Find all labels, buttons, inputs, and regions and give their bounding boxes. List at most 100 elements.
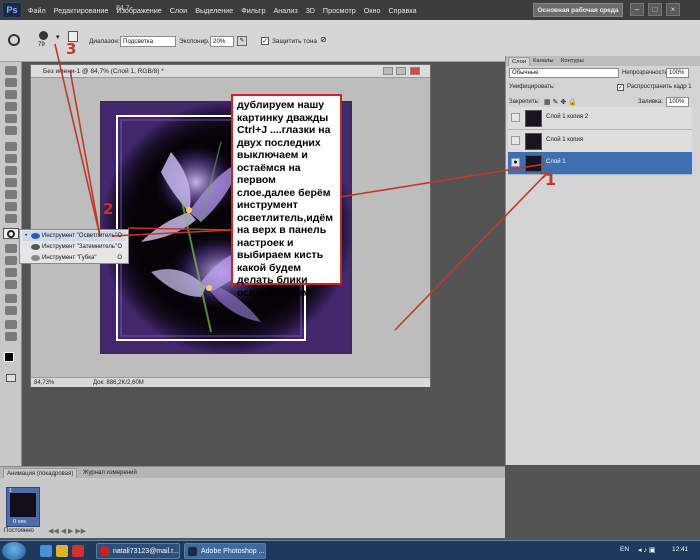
- layer-name: Слой 1 копия 2: [546, 114, 589, 120]
- protect-tones-label: Защитить тона: [272, 38, 318, 45]
- zoom-tool-icon[interactable]: [5, 332, 17, 341]
- close-icon[interactable]: ×: [666, 3, 680, 16]
- 3d-rotate-tool-icon[interactable]: [5, 294, 17, 303]
- document-tab[interactable]: Без имени-1 @ 84,7% (Слой 1, RGB/8) *: [31, 65, 430, 78]
- flyout-item-sponge[interactable]: Инструмент "Губка" O: [22, 253, 126, 263]
- shape-tool-icon[interactable]: [5, 280, 17, 289]
- type-tool-icon[interactable]: [5, 256, 17, 265]
- healing-tool-icon[interactable]: [5, 142, 17, 151]
- zoom-status[interactable]: 84,73%: [34, 378, 54, 388]
- tools-panel: [0, 62, 22, 467]
- ie-icon[interactable]: [40, 545, 52, 557]
- blur-tool-icon[interactable]: [5, 214, 17, 223]
- folder-icon[interactable]: [56, 545, 68, 557]
- opacity-label: Непрозрачность:: [622, 70, 670, 76]
- main-menu: Файл Редактирование Изображение Слои Выд…: [28, 6, 425, 15]
- maximize-icon[interactable]: □: [648, 3, 662, 16]
- zoom-display[interactable]: 84,7: [116, 5, 130, 12]
- taskbar-item-label: natali73123@mail.r...: [113, 548, 179, 555]
- menu-window[interactable]: Окно: [364, 6, 381, 15]
- path-select-tool-icon[interactable]: [5, 268, 17, 277]
- taskbar-item-mail[interactable]: natali73123@mail.r...: [96, 543, 180, 559]
- menu-file[interactable]: Файл: [28, 6, 46, 15]
- foreground-color-swatch[interactable]: [4, 352, 14, 362]
- menu-layers[interactable]: Слои: [170, 6, 187, 15]
- unify-label: Унифицировать:: [509, 84, 555, 90]
- doc-info[interactable]: Док: 886,2K/2,60M: [93, 378, 144, 388]
- menu-edit[interactable]: Редактирование: [54, 6, 109, 15]
- tab-paths[interactable]: Контуры: [558, 57, 587, 66]
- hand-tool-icon[interactable]: [5, 320, 17, 329]
- menu-3d[interactable]: 3D: [306, 6, 315, 15]
- menu-help[interactable]: Справка: [388, 6, 416, 15]
- propagate-checkbox[interactable]: ✓: [617, 84, 624, 91]
- eraser-tool-icon[interactable]: [5, 190, 17, 199]
- brush-tool-icon[interactable]: [5, 154, 17, 163]
- lasso-tool-icon[interactable]: [5, 90, 17, 99]
- visibility-toggle[interactable]: [511, 113, 520, 122]
- exposure-label: Экспонир.:: [179, 38, 212, 45]
- opera-icon: [100, 547, 109, 556]
- pressure-icon[interactable]: ⊘: [320, 35, 327, 44]
- layers-panel: Слои Каналы Контуры Обычные Непрозрачнос…: [505, 56, 700, 465]
- dodge-tool-icon: [8, 34, 20, 46]
- menu-view[interactable]: Просмотр: [323, 6, 356, 15]
- layer-row-copy[interactable]: Слой 1 копия: [508, 130, 692, 153]
- move-tool-icon[interactable]: [5, 66, 17, 75]
- layer-row-copy-2[interactable]: Слой 1 копия 2: [508, 107, 692, 130]
- frame-delay[interactable]: 0 сек.: [13, 519, 27, 525]
- marquee-tool-icon[interactable]: [5, 78, 17, 87]
- menu-analysis[interactable]: Анализ: [273, 6, 297, 15]
- flyout-item-dodge[interactable]: • Инструмент "Осветлитель" O: [22, 231, 126, 241]
- doc-maximize-icon[interactable]: [396, 67, 406, 75]
- menu-select[interactable]: Выделение: [195, 6, 233, 15]
- tab-layers[interactable]: Слои: [508, 57, 531, 66]
- lock-label: Закрепить:: [509, 99, 540, 105]
- range-select[interactable]: Подсветка: [120, 36, 176, 47]
- minimize-icon[interactable]: –: [630, 3, 644, 16]
- opacity-input[interactable]: 100%: [666, 68, 689, 78]
- photoshop-logo: Ps: [2, 2, 22, 18]
- brush-preset-icon[interactable]: [39, 31, 48, 40]
- selected-bullet-icon: •: [25, 233, 28, 239]
- quick-mask-icon[interactable]: [6, 374, 16, 382]
- tab-channels[interactable]: Каналы: [530, 57, 557, 66]
- workspace-button[interactable]: Основная рабочая среда: [533, 3, 623, 17]
- eyedropper-tool-icon[interactable]: [5, 126, 17, 135]
- airbrush-icon[interactable]: ✎: [237, 36, 247, 46]
- fill-input[interactable]: 100%: [666, 97, 689, 107]
- gradient-tool-icon[interactable]: [5, 202, 17, 211]
- taskbar-item-photoshop[interactable]: Adobe Photoshop ...: [184, 543, 266, 559]
- doc-minimize-icon[interactable]: [383, 67, 393, 75]
- layer-row-layer-1[interactable]: ● Слой 1: [508, 152, 692, 175]
- doc-close-icon[interactable]: [410, 67, 420, 75]
- loop-select[interactable]: Постоянно: [4, 528, 34, 534]
- chevron-down-icon[interactable]: ▾: [56, 33, 60, 41]
- 3d-orbit-tool-icon[interactable]: [5, 306, 17, 315]
- language-indicator[interactable]: EN: [620, 546, 629, 553]
- range-label: Диапазон:: [89, 38, 120, 45]
- menu-bar: Ps Файл Редактирование Изображение Слои …: [0, 0, 700, 20]
- blend-mode-select[interactable]: Обычные: [509, 68, 619, 78]
- crop-tool-icon[interactable]: [5, 114, 17, 123]
- visibility-toggle[interactable]: [511, 136, 520, 145]
- animation-frame[interactable]: 1 0 сек.: [6, 487, 40, 527]
- start-button[interactable]: [2, 542, 26, 560]
- dodge-tool-button[interactable]: [3, 228, 19, 239]
- playback-controls-icon[interactable]: ◀◀ ◀ ▶ ▶▶: [48, 527, 86, 535]
- eye-icon[interactable]: ●: [511, 158, 520, 167]
- tab-measurement-log[interactable]: Журнал измерений: [80, 468, 140, 478]
- exposure-input[interactable]: 20%: [210, 36, 234, 47]
- history-brush-tool-icon[interactable]: [5, 178, 17, 187]
- lock-icon[interactable]: ▦ ✎ ✥ 🔒: [544, 98, 577, 106]
- flyout-item-burn[interactable]: Инструмент "Затемнитель" O: [22, 242, 126, 252]
- tab-animation[interactable]: Анимация (покадровая): [3, 468, 78, 478]
- protect-tones-checkbox[interactable]: ✓: [261, 37, 269, 45]
- menu-filter[interactable]: Фильтр: [241, 6, 265, 15]
- tray-icons[interactable]: ◂ ♪ ▣: [638, 546, 656, 554]
- quick-select-tool-icon[interactable]: [5, 102, 17, 111]
- clock[interactable]: 12:41: [672, 546, 688, 553]
- stamp-tool-icon[interactable]: [5, 166, 17, 175]
- pen-tool-icon[interactable]: [5, 244, 17, 253]
- opera-icon[interactable]: [72, 545, 84, 557]
